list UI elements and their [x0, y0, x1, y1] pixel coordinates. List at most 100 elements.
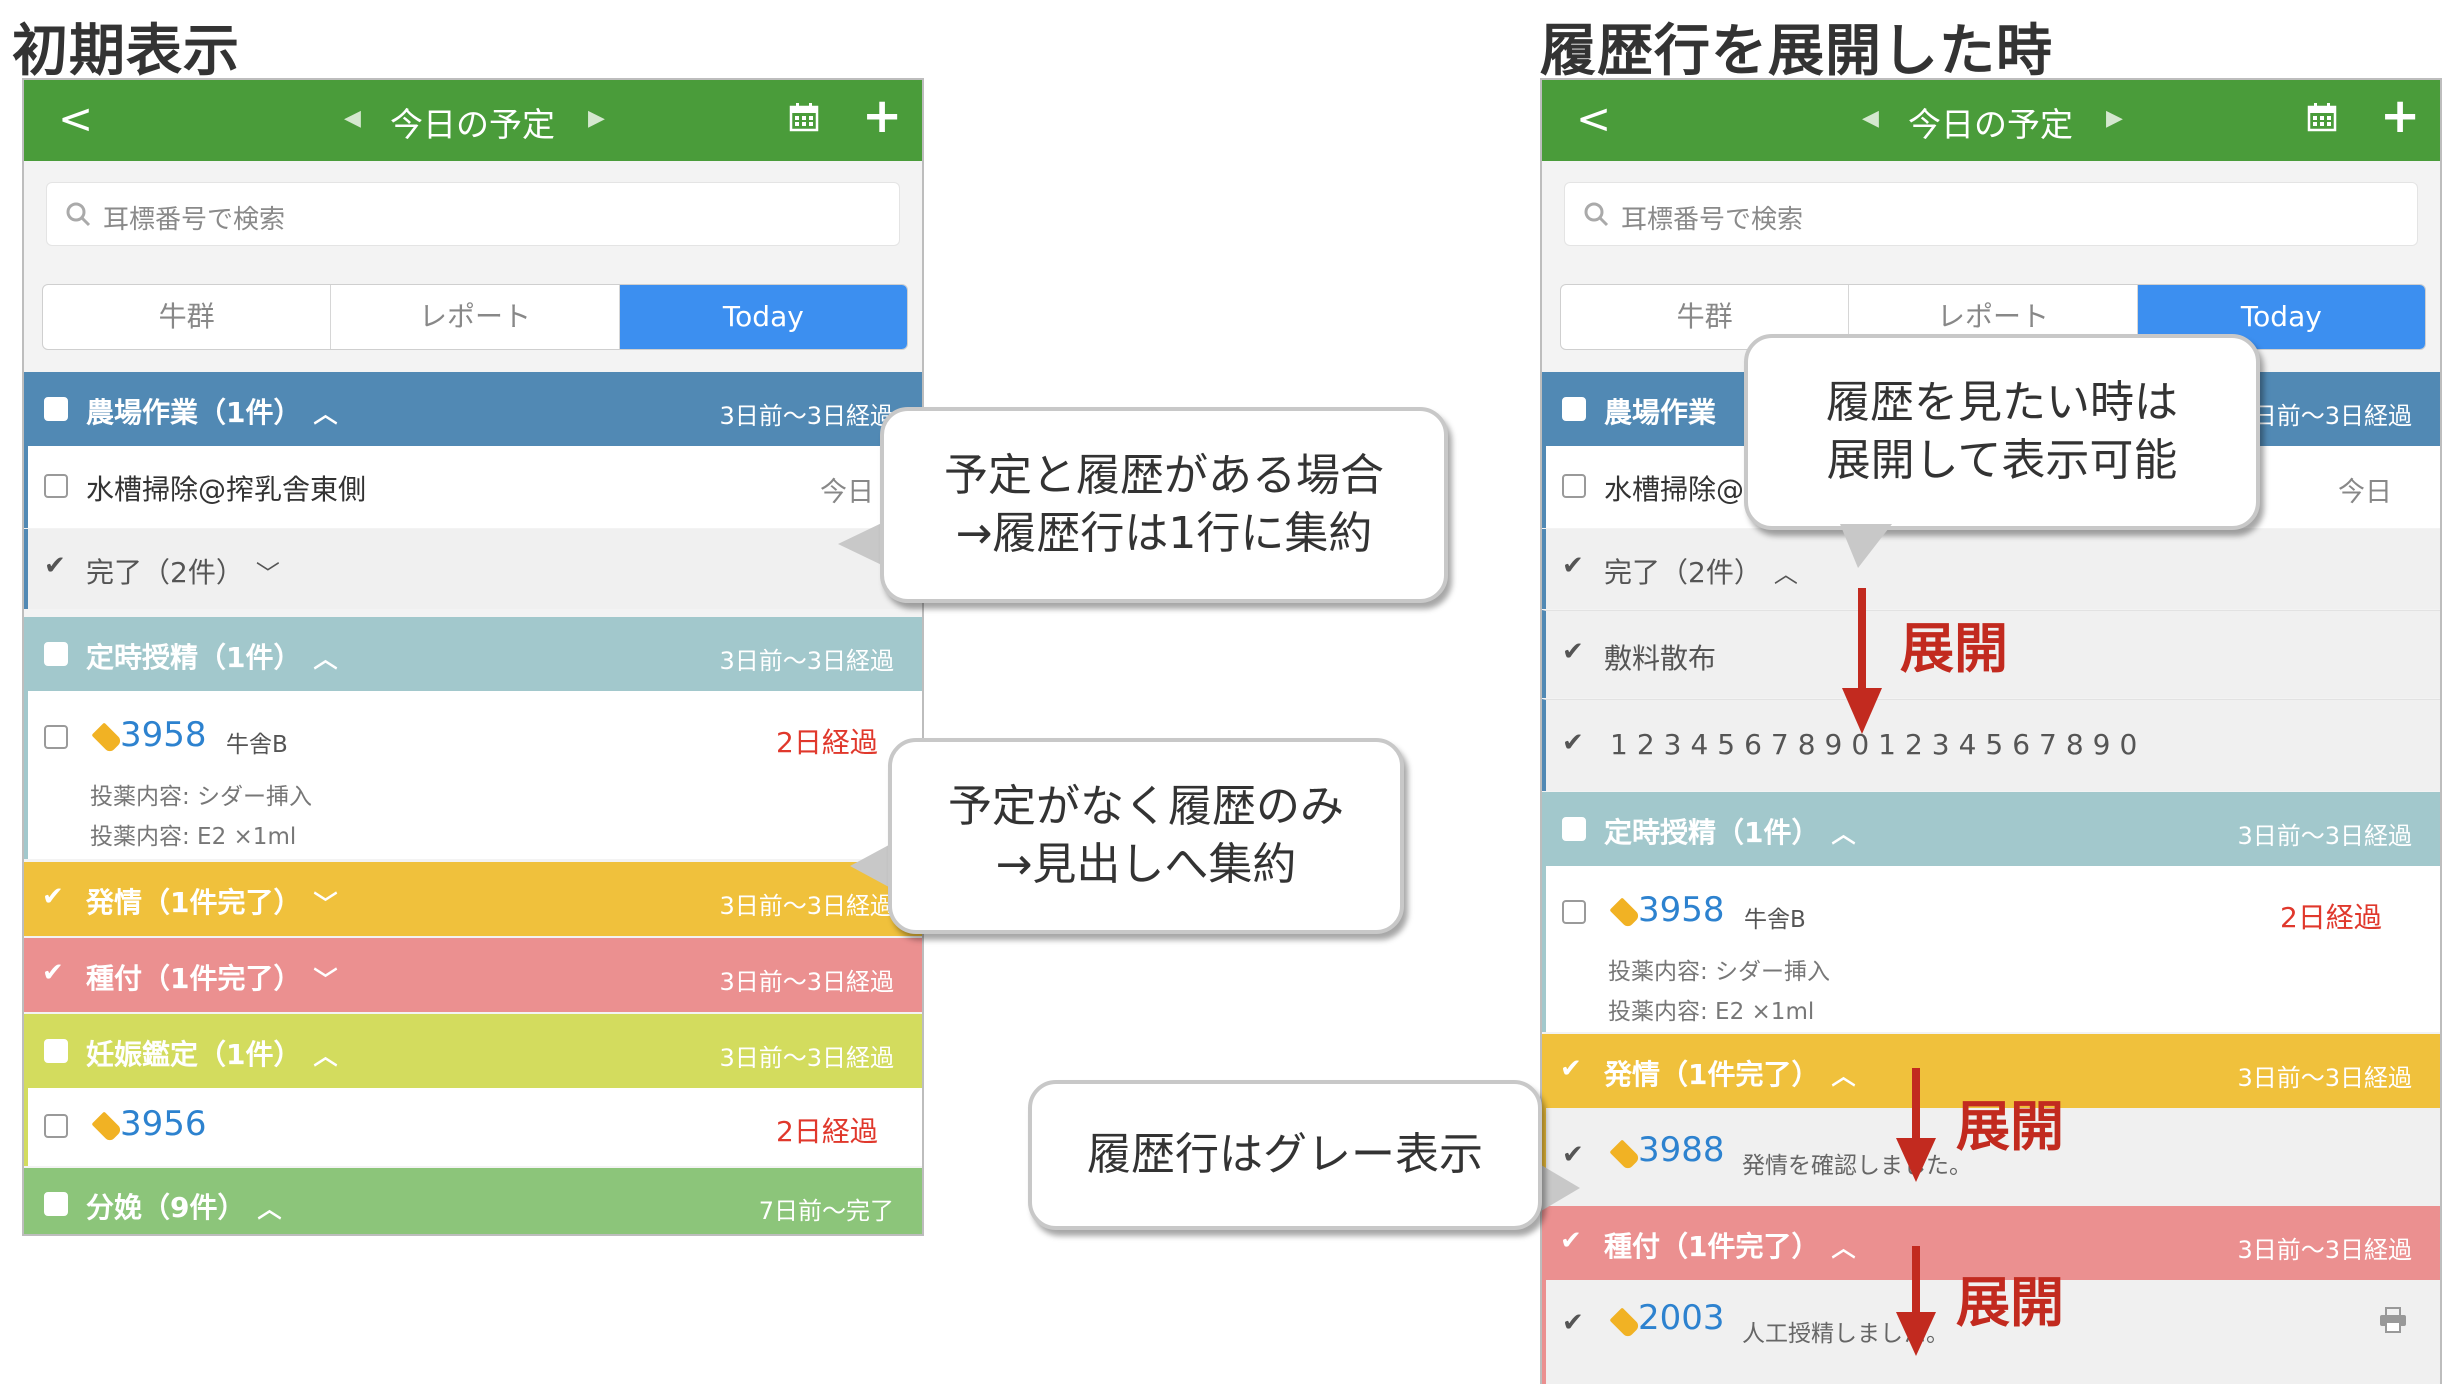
callout-heading-only: 予定がなく履歴のみ →見出しへ集約 [888, 738, 1404, 934]
back-button[interactable]: < [1576, 94, 1611, 143]
check-icon: ✔ [42, 958, 64, 988]
task-label: 水槽掃除@搾乳舎東側 [86, 473, 367, 506]
back-button[interactable]: < [58, 94, 93, 143]
history-row[interactable]: ✔ 12345678901234567890 [1542, 699, 2440, 791]
cow-checkbox[interactable] [44, 1114, 68, 1138]
section-regular-insemination[interactable]: 定時授精（1件） ︿ 3日前〜3日経過 [24, 617, 922, 691]
section-label: 妊娠鑑定（1件） [86, 1038, 302, 1071]
cow-row[interactable]: 3958 牛舎B 2日経過 投薬内容: シダー挿入 投薬内容: E2 ×1ml [24, 691, 922, 859]
section-farm-work[interactable]: 農場作業（1件） ︿ 3日前〜3日経過 [24, 372, 922, 446]
add-button[interactable]: + [862, 88, 902, 144]
section-calving[interactable]: 分娩（9件） ︿ 7日前〜完了 [24, 1168, 922, 1234]
tab-bar: 牛群 レポート Today [42, 284, 908, 350]
task-checkbox[interactable] [44, 474, 68, 498]
section-checkbox[interactable] [44, 1192, 68, 1216]
cow-id-link[interactable]: 3958 [1638, 890, 1725, 930]
section-checkbox[interactable] [1562, 397, 1586, 421]
callout-expand-history: 履歴を見たい時は 展開して表示可能 [1744, 334, 2260, 530]
expand-arrow-icon [1896, 1068, 1936, 1182]
chevron-down-icon: ﹀ [313, 890, 338, 918]
cow-row[interactable]: 3956 2日経過 [24, 1088, 922, 1166]
callout-aggregate: 予定と履歴がある場合 →履歴行は1行に集約 [880, 407, 1448, 603]
tag-icon [1609, 1307, 1641, 1339]
search-field[interactable]: 耳標番号で検索 [46, 182, 900, 246]
section-label: 発情（1件完了） [1604, 1058, 1820, 1091]
section-insemination[interactable]: ✔ 種付（1件完了） ﹀ 3日前〜3日経過 [24, 938, 922, 1012]
tab-herd[interactable]: 牛群 [43, 285, 332, 349]
top-bar: < ◀ 今日の予定 ▶ + [24, 80, 922, 161]
add-button[interactable]: + [2380, 88, 2420, 144]
chevron-up-icon: ︿ [313, 645, 338, 673]
search-placeholder: 耳標番号で検索 [1621, 205, 1804, 235]
history-label: 敷料散布 [1604, 642, 1717, 675]
print-icon[interactable] [2378, 1306, 2408, 1334]
chevron-up-icon: ︿ [313, 400, 338, 428]
check-icon: ✔ [1562, 728, 1584, 758]
section-range: 3日前〜3日経過 [719, 647, 894, 675]
done-label: 完了（2件） [86, 556, 244, 589]
cow-checkbox[interactable] [1562, 900, 1586, 924]
cow-id-link[interactable]: 3956 [120, 1104, 207, 1144]
section-checkbox[interactable] [44, 1039, 68, 1063]
check-icon: ✔ [1560, 1226, 1582, 1256]
section-label: 種付（1件完了） [86, 962, 302, 995]
cow-barn: 牛舎B [1744, 907, 1806, 933]
cow-checkbox[interactable] [44, 725, 68, 749]
tab-today[interactable]: Today [619, 285, 907, 349]
check-icon: ✔ [44, 551, 66, 581]
expand-label: 展開 [1956, 1271, 2064, 1334]
cow-barn: 牛舎B [226, 732, 288, 758]
cow-drug-1: 投薬内容: シダー挿入 [1608, 959, 1831, 985]
chevron-down-icon: ﹀ [313, 966, 338, 994]
task-date: 今日 [820, 477, 874, 508]
search-icon [66, 202, 91, 227]
section-checkbox[interactable] [1562, 817, 1586, 841]
callout-line: →見出しへ集約 [995, 839, 1297, 890]
section-range: 3日前〜3日経過 [2237, 402, 2412, 430]
section-estrus[interactable]: ✔ 発情（1件完了） ﹀ 3日前〜3日経過 [24, 862, 922, 936]
prev-day-icon[interactable]: ◀ [344, 106, 361, 131]
check-icon: ✔ [1562, 551, 1584, 581]
callout-pointer [1536, 1162, 1580, 1214]
section-checkbox[interactable] [44, 397, 68, 421]
prev-day-icon[interactable]: ◀ [1862, 106, 1879, 131]
search-placeholder: 耳標番号で検索 [103, 205, 286, 235]
section-range: 3日前〜3日経過 [2237, 1236, 2412, 1264]
search-field[interactable]: 耳標番号で検索 [1564, 182, 2418, 246]
tab-report[interactable]: レポート [331, 285, 620, 349]
cow-status: 2日経過 [776, 1115, 878, 1148]
callout-pointer [1840, 524, 1892, 568]
heading-initial: 初期表示 [12, 19, 240, 84]
section-checkbox[interactable] [44, 642, 68, 666]
chevron-down-icon: ﹀ [255, 560, 280, 588]
callout-line: 履歴行はグレー表示 [1087, 1129, 1483, 1180]
chevron-up-icon: ︿ [1831, 820, 1856, 848]
cow-id-link[interactable]: 2003 [1638, 1298, 1725, 1338]
calendar-icon[interactable] [2307, 102, 2337, 132]
callout-line: →履歴行は1行に集約 [955, 508, 1373, 559]
check-icon: ✔ [42, 882, 64, 912]
cow-drug-1: 投薬内容: シダー挿入 [90, 784, 313, 810]
section-range: 3日前〜3日経過 [719, 1044, 894, 1072]
section-range: 3日前〜3日経過 [2237, 1064, 2412, 1092]
cow-row[interactable]: 3958 牛舎B 2日経過 投薬内容: シダー挿入 投薬内容: E2 ×1ml [1542, 866, 2440, 1032]
calendar-icon[interactable] [789, 102, 819, 132]
task-row[interactable]: 水槽掃除@搾乳舎東側 今日 [24, 446, 922, 528]
top-bar: < ◀ 今日の予定 ▶ + [1542, 80, 2440, 161]
next-day-icon[interactable]: ▶ [588, 106, 605, 131]
section-range: 3日前〜3日経過 [719, 968, 894, 996]
cow-drug-2: 投薬内容: E2 ×1ml [90, 824, 297, 850]
check-icon: ✔ [1562, 1308, 1584, 1338]
section-range: 3日前〜3日経過 [719, 402, 894, 430]
done-row[interactable]: ✔ 完了（2件） ︿ [1542, 529, 2440, 609]
section-regular-insemination[interactable]: 定時授精（1件） ︿ 3日前〜3日経過 [1542, 792, 2440, 866]
next-day-icon[interactable]: ▶ [2106, 106, 2123, 131]
done-row[interactable]: ✔ 完了（2件） ﹀ [24, 529, 922, 609]
phone-expanded: < ◀ 今日の予定 ▶ + 耳標番号で検索 牛群 レポート Today 農場作業… [1540, 78, 2442, 1384]
tag-icon [1609, 897, 1641, 929]
expand-label: 展開 [1900, 617, 2008, 680]
cow-id-link[interactable]: 3958 [120, 715, 207, 755]
cow-id-link[interactable]: 3988 [1638, 1130, 1725, 1170]
task-checkbox[interactable] [1562, 474, 1586, 498]
section-pregnancy-check[interactable]: 妊娠鑑定（1件） ︿ 3日前〜3日経過 [24, 1014, 922, 1088]
